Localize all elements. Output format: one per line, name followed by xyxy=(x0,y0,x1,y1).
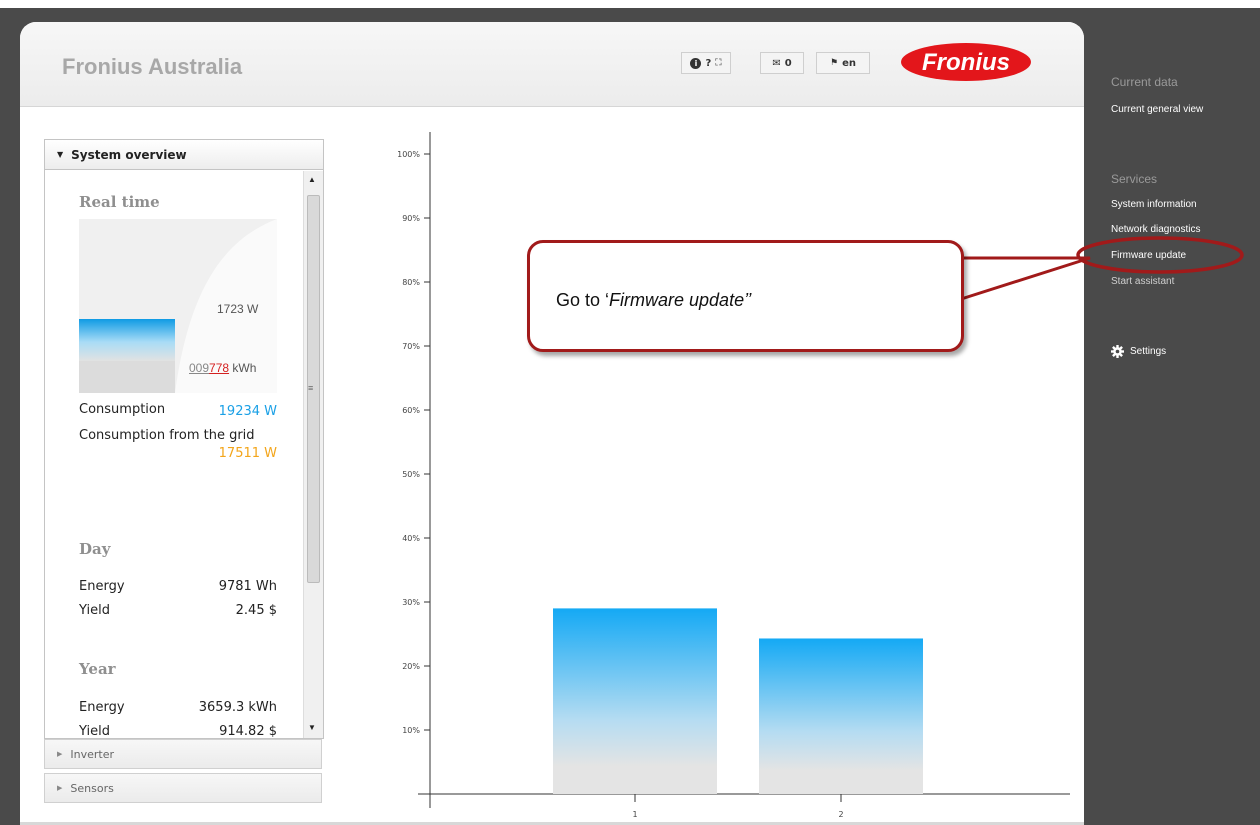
counter-unit: kWh xyxy=(232,361,257,375)
sensors-accordion[interactable]: ▶ Sensors xyxy=(44,773,322,803)
bar-2 xyxy=(759,638,923,794)
callout-prefix: Go to ‘ xyxy=(556,290,610,310)
panel-scrollbar[interactable]: ▲ ≡ ▼ xyxy=(303,171,323,738)
sidebar-heading-services: Services xyxy=(1111,172,1158,186)
consumption-label: Consumption xyxy=(79,402,166,417)
fullscreen-icon[interactable]: ⛶ xyxy=(715,58,721,68)
fronius-logo: Fronius xyxy=(901,43,1031,81)
sidebar-item-system-information[interactable]: System information xyxy=(1111,199,1197,210)
sidebar-item-firmware-update[interactable]: Firmware update xyxy=(1111,250,1186,261)
sidebar-heading-current-data: Current data xyxy=(1111,75,1178,89)
sidebar-item-settings[interactable]: Settings xyxy=(1111,345,1166,358)
callout-box: Go to ‘Firmware update’’ xyxy=(527,240,964,352)
language-button[interactable]: ⚑ en xyxy=(816,52,870,74)
day-yield-label: Yield xyxy=(79,603,110,618)
info-icon[interactable]: i xyxy=(690,57,702,69)
year-heading: Year xyxy=(79,660,116,678)
window-top-edge xyxy=(0,0,1260,8)
app-header: Fronius Australia i ? ⛶ ✉ 0 ⚑ en Fronius xyxy=(20,22,1084,107)
sidebar-item-network-diagnostics[interactable]: Network diagnostics xyxy=(1111,224,1200,235)
x-tick-label: 2 xyxy=(838,810,843,819)
inverter-accordion[interactable]: ▶ Inverter xyxy=(44,739,322,769)
day-yield-value: 2.45 $ xyxy=(235,603,277,618)
grid-consumption-value: 17511 W xyxy=(218,446,277,461)
realtime-heading: Real time xyxy=(79,193,160,211)
flag-icon: ⚑ xyxy=(830,58,839,68)
help-icon[interactable]: ? xyxy=(705,58,711,69)
gear-icon xyxy=(1111,345,1124,358)
y-tick-label: 70% xyxy=(402,342,420,351)
realtime-flow-graphic: 1723 W 009778 kWh xyxy=(79,219,277,393)
counter-digits-red: 778 xyxy=(209,361,230,375)
y-tick-label: 40% xyxy=(402,534,420,543)
scroll-down-arrow-icon[interactable]: ▼ xyxy=(308,723,316,732)
messages-button[interactable]: ✉ 0 xyxy=(760,52,804,74)
settings-label: Settings xyxy=(1130,346,1167,357)
inverter-label: Inverter xyxy=(70,747,115,761)
counter-digits-gray: 009 xyxy=(189,361,210,375)
callout-text: Go to ‘Firmware update’’ xyxy=(556,290,751,311)
system-overview-content: Real time 1723 W 009778 kWh Consumption … xyxy=(45,171,303,738)
day-heading: Day xyxy=(79,540,111,558)
x-tick-label: 1 xyxy=(632,810,637,819)
sensors-label: Sensors xyxy=(70,781,114,795)
messages-count: 0 xyxy=(784,57,792,69)
grid-consumption-label: Consumption from the grid xyxy=(79,428,255,443)
collapse-triangle-icon: ▼ xyxy=(57,150,64,159)
y-tick-label: 60% xyxy=(402,406,420,415)
scrollbar-grip-icon: ≡ xyxy=(308,383,314,393)
y-tick-label: 20% xyxy=(402,662,420,671)
y-tick-label: 10% xyxy=(402,726,420,735)
day-energy-label: Energy xyxy=(79,579,125,594)
page-title: Fronius Australia xyxy=(62,54,243,79)
system-overview-header[interactable]: ▼ System overview xyxy=(45,140,323,170)
energy-counter: 009778 kWh xyxy=(189,361,256,375)
y-tick-label: 80% xyxy=(402,278,420,287)
y-tick-label: 30% xyxy=(402,598,420,607)
sidebar-item-start-assistant[interactable]: Start assistant xyxy=(1111,276,1174,287)
day-energy-value: 9781 Wh xyxy=(218,579,277,594)
language-code: en xyxy=(842,57,856,69)
bar-1 xyxy=(553,608,717,794)
toolbar-help-group: i ? ⛶ xyxy=(681,52,731,74)
app-frame: Fronius Australia i ? ⛶ ✉ 0 ⚑ en Fronius… xyxy=(20,22,1084,825)
y-tick-label: 90% xyxy=(402,214,420,223)
logo-lettering: Fronius xyxy=(922,49,1010,76)
realtime-power: 1723 W xyxy=(217,302,259,316)
year-yield-value: 914.82 $ xyxy=(219,724,277,738)
system-overview-title: System overview xyxy=(71,147,187,162)
sidebar-item-current-general-view[interactable]: Current general view xyxy=(1111,104,1203,115)
scroll-up-arrow-icon[interactable]: ▲ xyxy=(308,175,316,184)
callout-emphasis: Firmware update’’ xyxy=(609,290,752,310)
y-tick-label: 100% xyxy=(397,150,420,159)
year-yield-label: Yield xyxy=(79,724,110,738)
year-energy-value: 3659.3 kWh xyxy=(198,700,277,715)
year-energy-label: Energy xyxy=(79,700,125,715)
system-overview-panel: ▼ System overview Real time 1723 W 00977… xyxy=(44,139,324,739)
expand-triangle-icon: ▶ xyxy=(57,750,63,758)
envelope-icon: ✉ xyxy=(772,57,781,69)
consumption-value: 19234 W xyxy=(218,404,277,419)
y-tick-label: 50% xyxy=(402,470,420,479)
expand-triangle-icon: ▶ xyxy=(57,784,63,792)
percentage-bar-chart: 10% 20% 30% 40% 50% 60% 70% 80% 90% 100% 1 2 xyxy=(397,132,1070,819)
